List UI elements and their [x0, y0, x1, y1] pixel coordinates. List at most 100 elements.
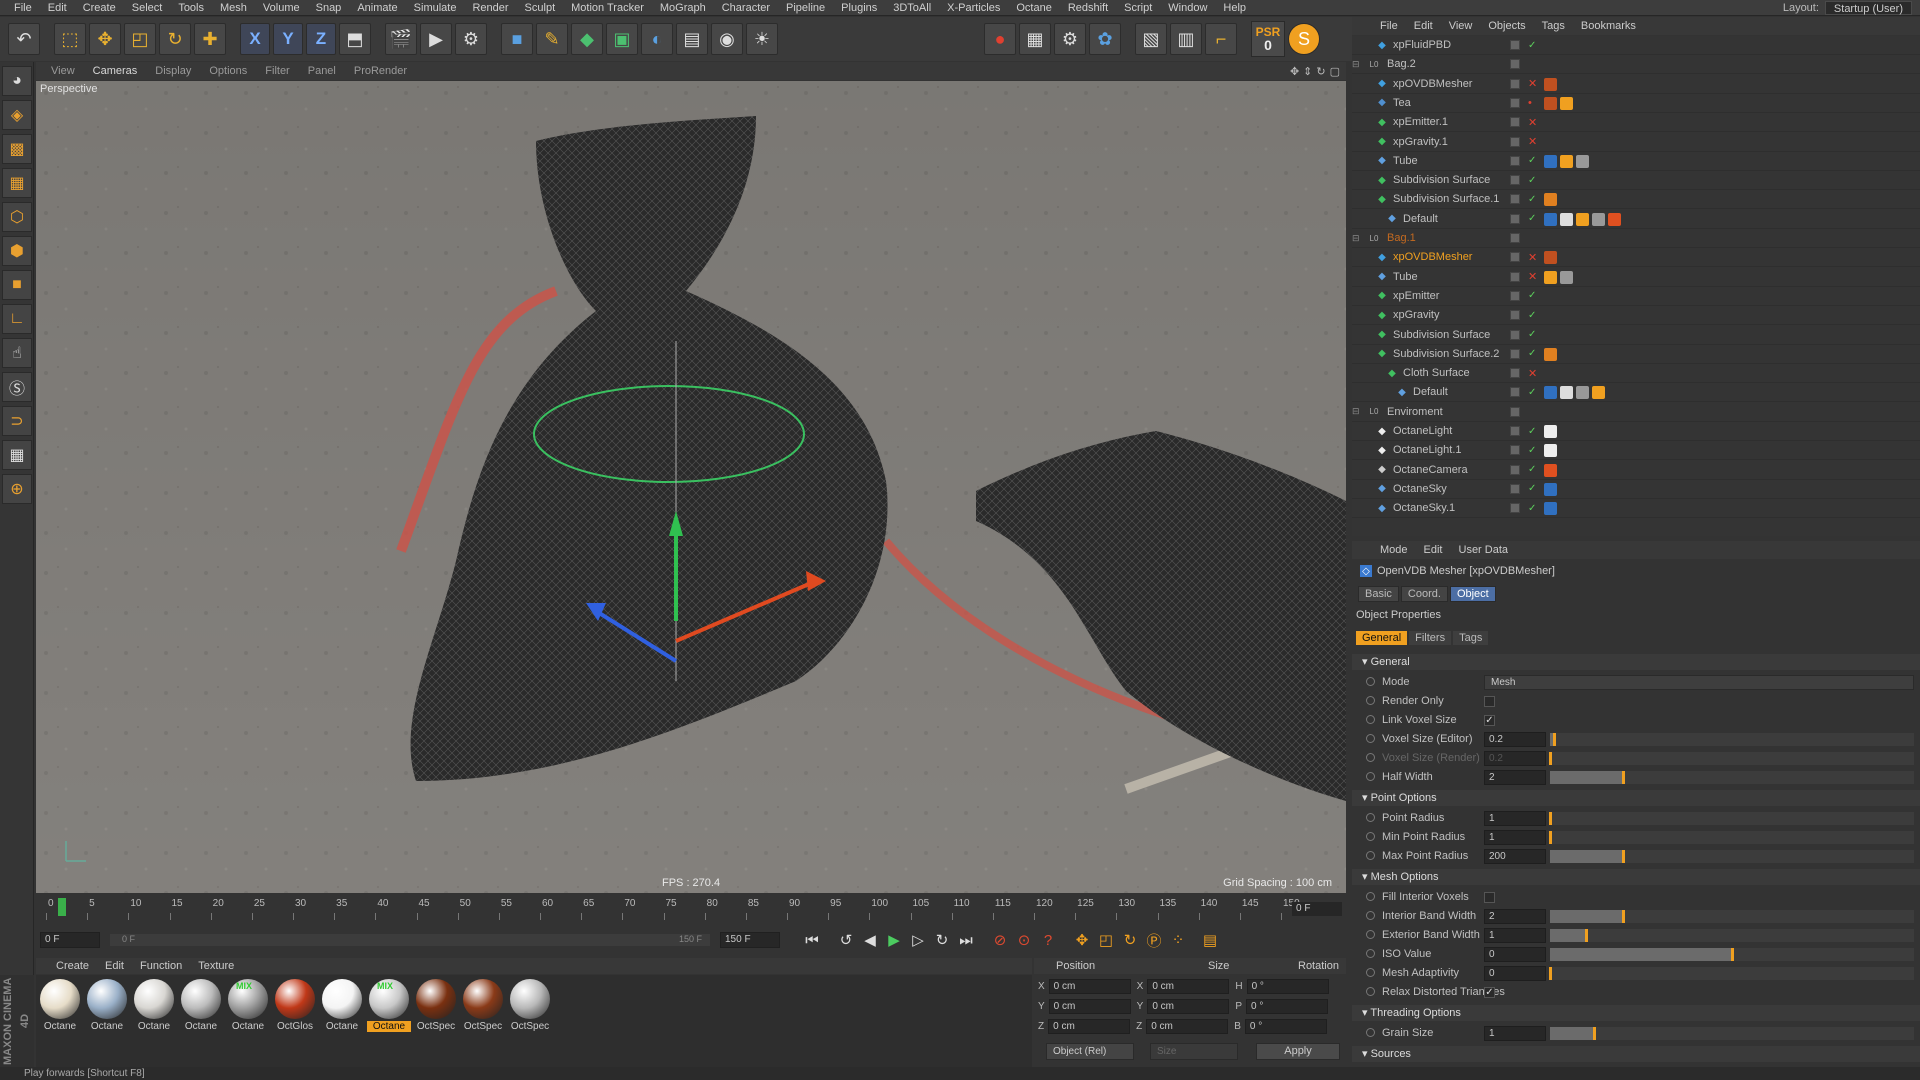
object-row[interactable]: ◆ xpOVDBMesher ✕	[1352, 75, 1920, 94]
size-mode-dropdown[interactable]: Size	[1150, 1043, 1238, 1060]
object-row[interactable]: ◆ xpOVDBMesher ✕	[1352, 248, 1920, 268]
property-slider[interactable]	[1549, 830, 1914, 844]
timeline-ruler[interactable]: 0 5 10 15 20 25 30 35 40 45 50 55 60 65 70 75 80 85 90 95 10…	[36, 896, 1346, 926]
object-tag-icon[interactable]	[1544, 251, 1557, 265]
object-tag-icon[interactable]	[1576, 212, 1589, 226]
material-menu-function[interactable]: Function	[132, 960, 190, 972]
object-name[interactable]: Subdivision Surface.1	[1393, 193, 1499, 205]
object-row[interactable]: ◆ xpFluidPBD ✓	[1352, 36, 1920, 55]
psr-counter[interactable]: PSR 0	[1251, 21, 1285, 57]
object-tag-icon[interactable]	[1544, 96, 1557, 110]
animate-dot-icon[interactable]	[1366, 696, 1375, 705]
collapse-triangle-icon[interactable]: ▾	[1362, 871, 1371, 883]
live-selection-icon[interactable]: ⬚	[54, 23, 86, 55]
render-view-icon[interactable]: 🎬	[385, 23, 417, 55]
object-name[interactable]: xpEmitter.1	[1393, 116, 1448, 128]
enabled-check-icon[interactable]: ✓	[1528, 155, 1536, 166]
record-position-icon[interactable]: ✥	[1070, 929, 1094, 951]
menu-octane[interactable]: Octane	[1008, 2, 1059, 14]
visibility-toggle[interactable]	[1510, 445, 1520, 456]
menu-simulate[interactable]: Simulate	[406, 2, 465, 14]
record-parameter-icon[interactable]: Ⓟ	[1142, 929, 1166, 951]
snap-icon[interactable]: ⊃	[2, 406, 32, 436]
coord-pos-field[interactable]: 0 cm	[1048, 978, 1131, 994]
render-picture-viewer-icon[interactable]: ▶	[420, 23, 452, 55]
attr-tab-basic[interactable]: Basic	[1358, 586, 1399, 602]
object-name[interactable]: OctaneSky	[1393, 483, 1447, 495]
coord-rot-field[interactable]: 0 °	[1246, 978, 1329, 994]
object-row[interactable]: ◆ xpGravity ✓	[1352, 306, 1920, 326]
rotate-tool-icon[interactable]: ↻	[159, 23, 191, 55]
animate-dot-icon[interactable]	[1366, 930, 1375, 939]
object-row[interactable]: ◆ Subdivision Surface.2 ✓	[1352, 345, 1920, 364]
material-swatch[interactable]: OctSpec	[414, 979, 458, 1035]
octane-render-icon[interactable]: ●	[984, 23, 1016, 55]
visibility-toggle[interactable]	[1510, 387, 1520, 398]
viewport-menu-prorender[interactable]: ProRender	[347, 65, 414, 77]
visibility-toggle[interactable]	[1510, 194, 1520, 205]
property-slider[interactable]	[1550, 947, 1914, 961]
render-settings-icon[interactable]: ⚙	[455, 23, 487, 55]
scale-tool-icon[interactable]: ◰	[124, 23, 156, 55]
texture-mode-icon[interactable]: ▩	[2, 134, 32, 164]
menu-pipeline[interactable]: Pipeline	[778, 2, 833, 14]
material-swatch[interactable]: OctSpec	[461, 979, 505, 1035]
enabled-check-icon[interactable]: ✓	[1528, 503, 1536, 514]
property-number-field[interactable]: 1	[1484, 810, 1546, 826]
object-tag-icon[interactable]	[1544, 270, 1557, 284]
object-row[interactable]: ◆ xpEmitter.1 ✕	[1352, 113, 1920, 133]
material-swatch[interactable]: OctSpec	[508, 979, 552, 1035]
object-row[interactable]: ⊟ L0 Enviroment	[1352, 403, 1920, 422]
visibility-toggle[interactable]	[1510, 78, 1520, 89]
coord-pos-field[interactable]: 0 cm	[1048, 1018, 1131, 1034]
object-name[interactable]: OctaneSky.1	[1393, 502, 1455, 514]
viewport-menu-filter[interactable]: Filter	[258, 65, 296, 77]
disabled-cross-icon[interactable]: ✕	[1528, 251, 1537, 264]
object-tag-icon[interactable]	[1544, 347, 1557, 361]
property-checkbox[interactable]: ✓	[1484, 714, 1495, 726]
object-row[interactable]: ◆ Cloth Surface ✕	[1352, 364, 1920, 384]
enabled-check-icon[interactable]: ✓	[1528, 194, 1536, 205]
disabled-cross-icon[interactable]: ✕	[1528, 116, 1537, 129]
object-name[interactable]: Tube	[1393, 155, 1418, 167]
visibility-toggle[interactable]	[1510, 97, 1520, 108]
menu-create[interactable]: Create	[75, 2, 124, 14]
menu-volume[interactable]: Volume	[255, 2, 308, 14]
object-name[interactable]: xpGravity	[1393, 309, 1439, 321]
menu-x-particles[interactable]: X-Particles	[939, 2, 1008, 14]
animate-dot-icon[interactable]	[1366, 892, 1375, 901]
start-frame-field[interactable]: 0 F	[40, 932, 100, 948]
object-name[interactable]: xpFluidPBD	[1393, 39, 1451, 51]
object-name[interactable]: Subdivision Surface.2	[1393, 348, 1499, 360]
section-header[interactable]: ▾ Sources	[1352, 1046, 1920, 1062]
object-tag-icon[interactable]	[1544, 463, 1557, 477]
property-number-field[interactable]: 1	[1484, 927, 1546, 943]
animate-dot-icon[interactable]	[1366, 1028, 1375, 1037]
object-menu-tags[interactable]: Tags	[1534, 20, 1573, 32]
edges-mode-icon[interactable]: ⬢	[2, 236, 32, 266]
object-row[interactable]: ◆ OctaneLight ✓	[1352, 422, 1920, 441]
animate-dot-icon[interactable]	[1366, 677, 1375, 686]
axis-mode-icon[interactable]: ∟	[2, 304, 32, 334]
object-tag-icon[interactable]	[1544, 502, 1557, 516]
object-name[interactable]: Bag.1	[1387, 232, 1416, 244]
property-number-field[interactable]: 0.2	[1484, 731, 1546, 747]
object-name[interactable]: xpEmitter	[1393, 290, 1439, 302]
recent-tools-icon[interactable]: ✚	[194, 23, 226, 55]
collapse-triangle-icon[interactable]: ▾	[1362, 792, 1371, 804]
menu-sculpt[interactable]: Sculpt	[517, 2, 564, 14]
property-checkbox[interactable]: ✓	[1484, 986, 1495, 998]
property-slider[interactable]	[1550, 928, 1914, 942]
visibility-toggle[interactable]	[1510, 252, 1520, 263]
x-axis-lock-button[interactable]: X	[240, 23, 270, 55]
menu-plugins[interactable]: Plugins	[833, 2, 885, 14]
menu-window[interactable]: Window	[1160, 2, 1215, 14]
object-name[interactable]: xpOVDBMesher	[1393, 251, 1472, 263]
object-tag-icon[interactable]	[1560, 270, 1573, 284]
menu-animate[interactable]: Animate	[349, 2, 405, 14]
viewport-menu-display[interactable]: Display	[148, 65, 198, 77]
viewport-menu-view[interactable]: View	[44, 65, 82, 77]
visibility-toggle[interactable]	[1510, 155, 1520, 166]
octane-live-icon[interactable]: ✿	[1089, 23, 1121, 55]
visibility-toggle[interactable]	[1510, 503, 1520, 514]
